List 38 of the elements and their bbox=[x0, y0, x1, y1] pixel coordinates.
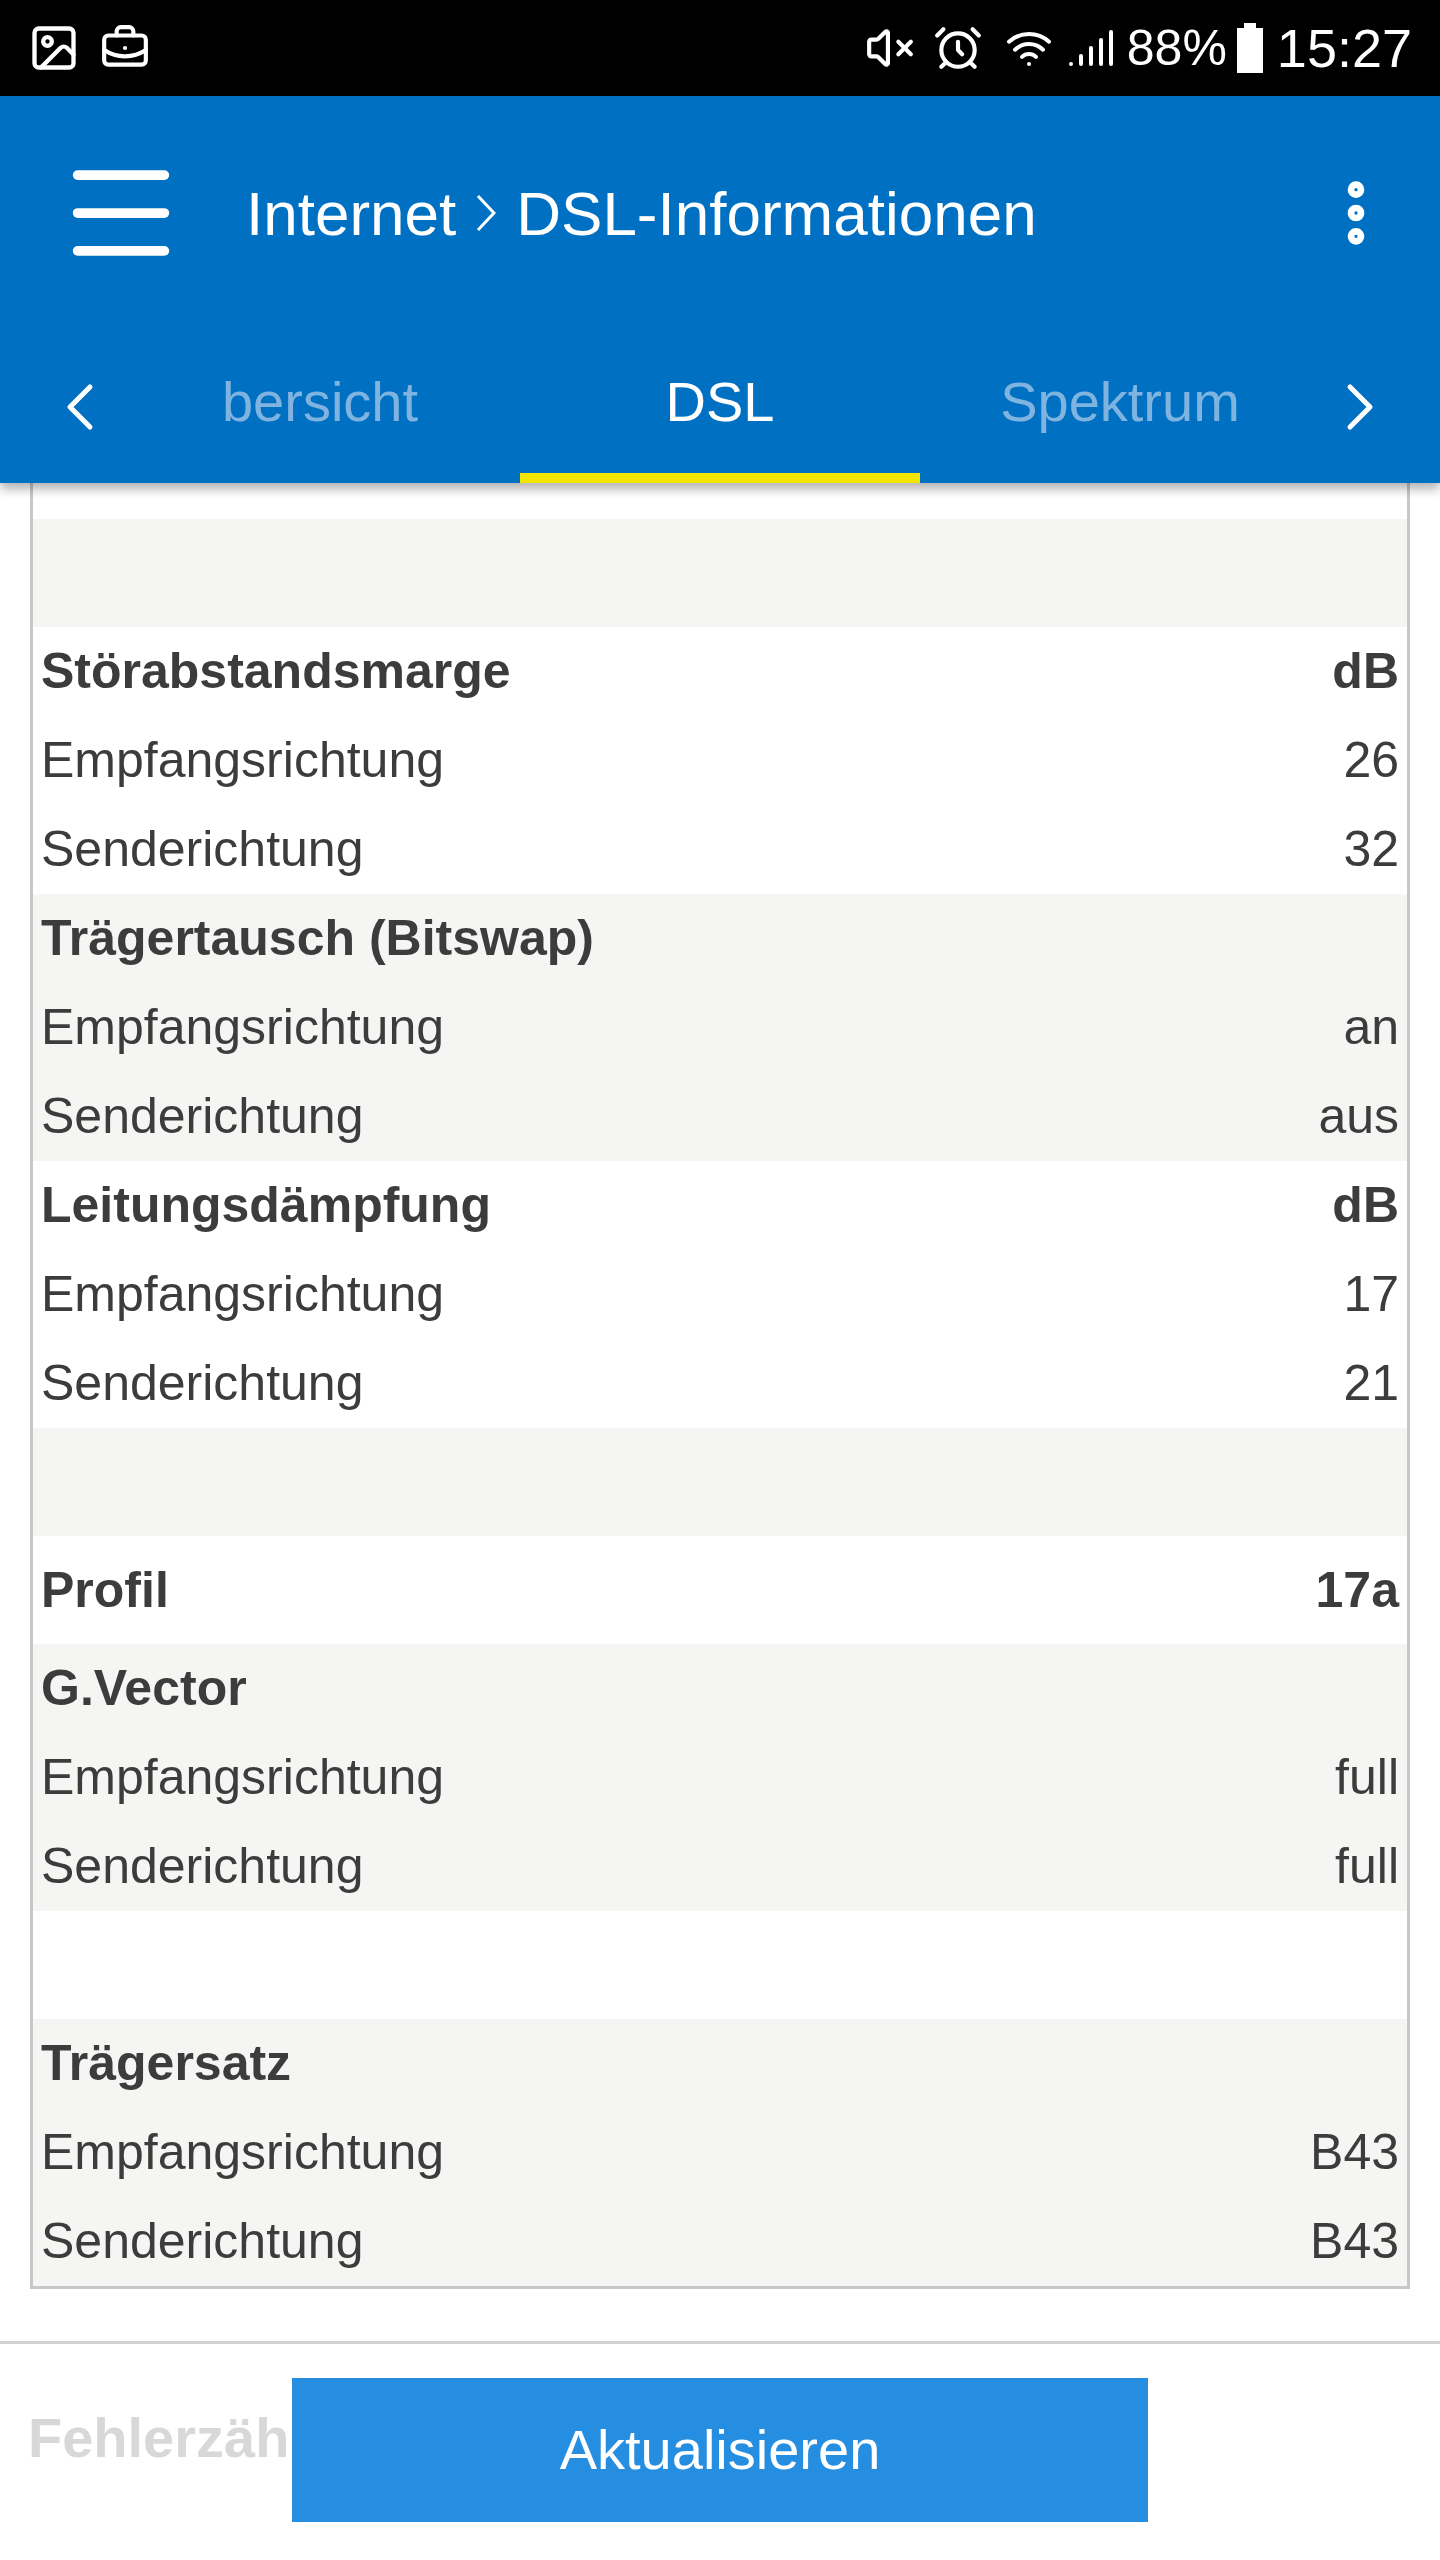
row-label: Empfangsrichtung bbox=[41, 1265, 444, 1324]
row-value: dB bbox=[1332, 1176, 1399, 1235]
row-value: 21 bbox=[1343, 1354, 1399, 1413]
row-label: Trägertausch (Bitswap) bbox=[41, 909, 594, 968]
battery-percent: 88% bbox=[1126, 18, 1227, 78]
row-value: 17a bbox=[1315, 1560, 1399, 1620]
row-label: Empfangsrichtung bbox=[41, 1748, 444, 1807]
breadcrumb-chevron-icon bbox=[476, 194, 497, 232]
tab[interactable]: Spektrum bbox=[920, 330, 1320, 483]
row-value: dB bbox=[1332, 642, 1399, 701]
row-label: Trägersatz bbox=[41, 2034, 292, 2093]
row-label: Senderichtung bbox=[41, 2212, 364, 2271]
row-value: 32 bbox=[1343, 820, 1399, 879]
battery-icon bbox=[1236, 23, 1263, 73]
row-value: 17 bbox=[1343, 1265, 1399, 1324]
row-label: Profil bbox=[41, 1560, 169, 1620]
row-label: Senderichtung bbox=[41, 1354, 364, 1413]
row-label: Empfangsrichtung bbox=[41, 998, 444, 1057]
title-part: Internet bbox=[246, 177, 457, 250]
row-label: Empfangsrichtung bbox=[41, 731, 444, 790]
row-value: aus bbox=[1318, 1087, 1399, 1146]
row-label: Störabstandsmarge bbox=[41, 642, 511, 701]
row-value: full bbox=[1335, 1837, 1399, 1896]
row-value: B43 bbox=[1310, 2123, 1399, 2182]
row-value: an bbox=[1343, 998, 1399, 1057]
clock: 15:27 bbox=[1276, 16, 1412, 80]
row-value: B43 bbox=[1310, 2212, 1399, 2271]
row-label: Senderichtung bbox=[41, 1837, 364, 1896]
page-title: DSL-Informationen bbox=[516, 177, 1037, 250]
row-label: Empfangsrichtung bbox=[41, 2123, 444, 2182]
row-label: Senderichtung bbox=[41, 1087, 364, 1146]
row-label: G.Vector bbox=[41, 1659, 247, 1718]
row-value: 26 bbox=[1343, 731, 1399, 790]
row-label: Senderichtung bbox=[41, 820, 364, 879]
row-label: Leitungsdämpfung bbox=[41, 1176, 491, 1235]
row-value: full bbox=[1335, 1748, 1399, 1807]
refresh-button[interactable]: Aktualisieren bbox=[292, 2378, 1148, 2522]
tab[interactable]: bersicht bbox=[120, 330, 520, 483]
